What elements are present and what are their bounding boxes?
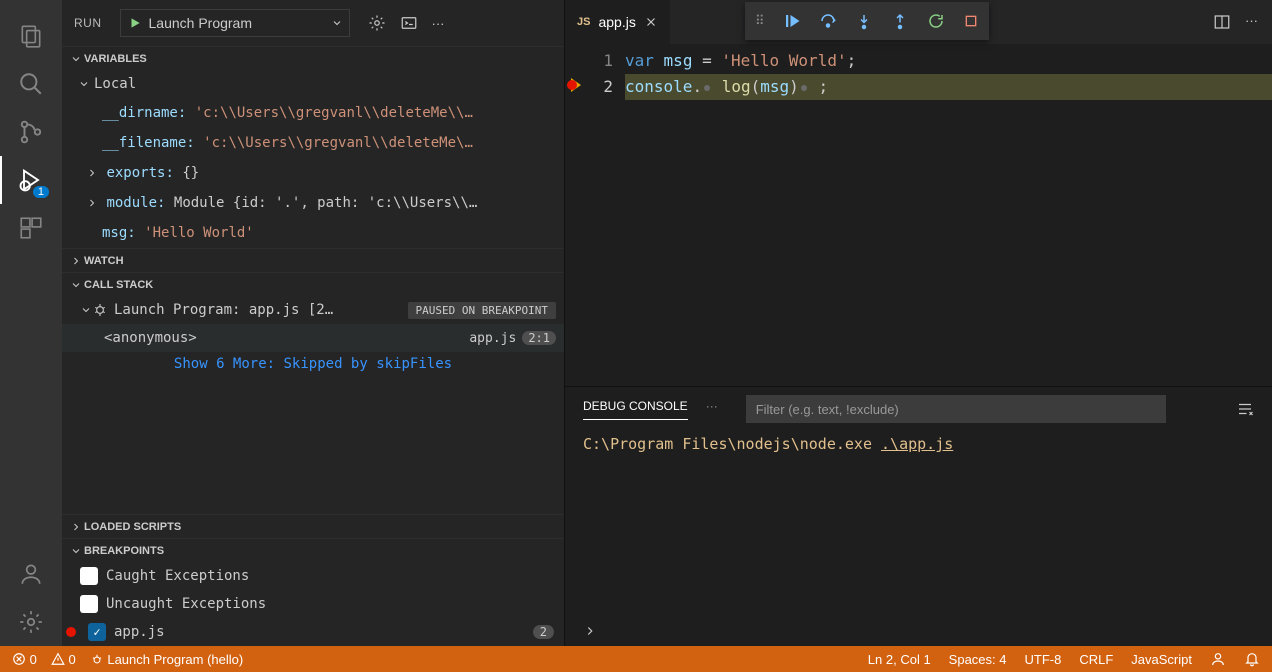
activity-bar: 1 [0, 0, 62, 646]
loaded-scripts-header[interactable]: LOADED SCRIPTS [62, 514, 564, 538]
editor-area: JS app.js ⠿ ··· 1 2 [565, 0, 1272, 646]
more-icon[interactable]: ··· [1245, 13, 1258, 31]
breakpoints-section-header[interactable]: BREAKPOINTS [62, 538, 564, 562]
chevron-right-icon [86, 167, 98, 179]
variable-scope[interactable]: Local [62, 70, 564, 98]
console-output[interactable]: C:\Program Files\nodejs\node.exe .\app.j… [565, 431, 1272, 646]
bug-icon [92, 302, 108, 318]
search-icon[interactable] [7, 60, 55, 108]
status-encoding[interactable]: UTF-8 [1025, 652, 1062, 667]
chevron-down-icon [68, 53, 84, 65]
variable-row[interactable]: exports: {} [62, 158, 564, 188]
chevron-down-icon [80, 304, 92, 316]
variable-row[interactable]: __dirname: 'c:\\Users\\gregvanl\\deleteM… [62, 98, 564, 128]
js-file-icon: JS [577, 16, 590, 28]
config-name: Launch Program [149, 15, 325, 31]
status-bar: 0 0 Launch Program (hello) Ln 2, Col 1 S… [0, 646, 1272, 672]
chevron-right-icon [68, 521, 84, 533]
checkbox[interactable] [80, 567, 98, 585]
breakpoint-count: 2 [533, 625, 554, 639]
step-into-icon[interactable] [855, 12, 873, 30]
status-eol[interactable]: CRLF [1079, 652, 1113, 667]
run-header: RUN Launch Program ··· [62, 0, 564, 46]
filter-input[interactable]: Filter (e.g. text, !exclude) [746, 395, 1166, 423]
current-line-marker [571, 78, 581, 92]
more-icon[interactable]: ··· [432, 16, 445, 31]
launch-config-select[interactable]: Launch Program [120, 9, 350, 37]
stop-icon[interactable] [963, 13, 979, 29]
status-spaces[interactable]: Spaces: 4 [949, 652, 1007, 667]
continue-icon[interactable] [783, 12, 801, 30]
run-sidebar: RUN Launch Program ··· VARIABLES Local _… [62, 0, 565, 646]
grip-icon[interactable]: ⠿ [755, 13, 765, 29]
line-numbers: 1 2 [585, 48, 625, 386]
chevron-down-icon [78, 78, 90, 90]
code-editor[interactable]: 1 2 var msg = 'Hello World'; console. lo… [565, 44, 1272, 386]
variable-row[interactable]: module: Module {id: '.', path: 'c:\\User… [62, 188, 564, 218]
breakpoint-uncaught[interactable]: Uncaught Exceptions [62, 590, 564, 618]
status-errors[interactable]: 0 [12, 652, 37, 667]
status-position[interactable]: Ln 2, Col 1 [868, 652, 931, 667]
chevron-down-icon[interactable] [325, 17, 349, 29]
code-line-current[interactable]: console. log(msg) ; [625, 74, 1272, 100]
clear-console-icon[interactable] [1236, 400, 1254, 418]
chevron-down-icon [68, 279, 84, 291]
account-icon[interactable] [7, 550, 55, 598]
console-icon[interactable] [400, 14, 418, 32]
restart-icon[interactable] [927, 12, 945, 30]
source-control-icon[interactable] [7, 108, 55, 156]
settings-icon[interactable] [7, 598, 55, 646]
breakpoint-file[interactable]: ✓app.js2 [62, 618, 564, 646]
debug-console-panel: DEBUG CONSOLE ··· Filter (e.g. text, !ex… [565, 386, 1272, 646]
debug-badge: 1 [33, 186, 49, 198]
tab-bar: JS app.js ⠿ ··· [565, 0, 1272, 44]
start-debug-icon[interactable] [121, 16, 149, 30]
step-out-icon[interactable] [891, 12, 909, 30]
variables-section-header[interactable]: VARIABLES [62, 46, 564, 70]
checkbox-checked[interactable]: ✓ [88, 623, 106, 641]
debug-console-tab[interactable]: DEBUG CONSOLE [583, 399, 688, 420]
checkbox[interactable] [80, 595, 98, 613]
chevron-right-icon [86, 197, 98, 209]
callstack-show-more[interactable]: Show 6 More: Skipped by skipFiles [62, 352, 564, 376]
paused-badge: PAUSED ON BREAKPOINT [408, 302, 556, 319]
callstack-frame[interactable]: <anonymous> app.js 2:1 [62, 324, 564, 352]
watch-section-header[interactable]: WATCH [62, 248, 564, 272]
run-debug-icon[interactable]: 1 [7, 156, 55, 204]
step-over-icon[interactable] [819, 12, 837, 30]
breakpoint-dot-icon [66, 627, 76, 637]
feedback-icon[interactable] [1210, 651, 1226, 667]
debug-toolbar[interactable]: ⠿ [745, 2, 989, 40]
gear-icon[interactable] [368, 14, 386, 32]
bell-icon[interactable] [1244, 651, 1260, 667]
editor-tab[interactable]: JS app.js [565, 0, 670, 44]
run-title: RUN [74, 16, 102, 30]
close-icon[interactable] [644, 15, 658, 29]
panel-more[interactable]: ··· [706, 399, 718, 419]
breakpoint-caught[interactable]: Caught Exceptions [62, 562, 564, 590]
status-launch[interactable]: Launch Program (hello) [90, 652, 243, 667]
chevron-down-icon [68, 545, 84, 557]
repl-prompt-icon[interactable] [583, 624, 597, 638]
variable-row[interactable]: __filename: 'c:\\Users\\gregvanl\\delete… [62, 128, 564, 158]
variable-row[interactable]: msg: 'Hello World' [62, 218, 564, 248]
split-editor-icon[interactable] [1213, 13, 1231, 31]
status-language[interactable]: JavaScript [1131, 652, 1192, 667]
explorer-icon[interactable] [7, 12, 55, 60]
status-warnings[interactable]: 0 [51, 652, 76, 667]
chevron-right-icon [68, 255, 84, 267]
callstack-section-header[interactable]: CALL STACK [62, 272, 564, 296]
extensions-icon[interactable] [7, 204, 55, 252]
code-line[interactable]: var msg = 'Hello World'; [625, 48, 1272, 74]
callstack-thread[interactable]: Launch Program: app.js [2… PAUSED ON BRE… [62, 296, 564, 324]
